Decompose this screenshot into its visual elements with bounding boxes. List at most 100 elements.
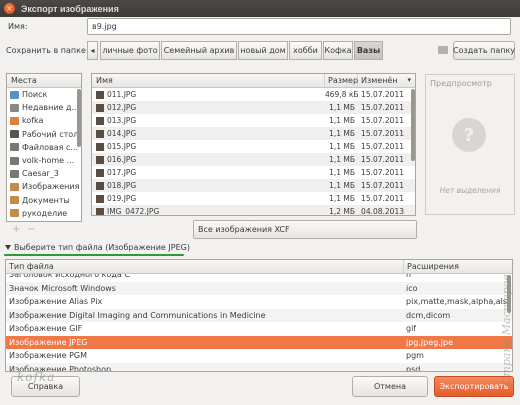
preview-title: Предпросмотр — [430, 79, 492, 88]
col-modified[interactable]: Изменён — [358, 74, 407, 87]
place-label: kofka — [22, 116, 44, 126]
filetype-row[interactable]: Изображение Digital Imaging and Communic… — [6, 308, 512, 322]
filetype-row[interactable]: Изображение JPEG jpg,jpeg,jpe — [6, 335, 512, 349]
file-row[interactable]: 017.JPG 1,1 МБ 15.07.2011 — [92, 166, 415, 179]
file-row[interactable]: 013.JPG 1,1 МБ 15.07.2011 — [92, 114, 415, 127]
file-name-cell: 019.JPG — [92, 192, 325, 205]
place-label: рукоделие — [22, 208, 68, 218]
crumb-family-archive[interactable]: Семейный архив — [161, 41, 237, 60]
place-item[interactable]: volk-home ... — [7, 154, 81, 167]
file-date: 15.07.2011 — [361, 90, 404, 99]
file-name: IMG_0472.JPG — [107, 207, 160, 216]
file-scrollbar[interactable] — [411, 89, 415, 161]
home-folder-icon — [10, 116, 19, 125]
file-list: Имя Размер Изменён ▾ 011.JPG 469,8 кБ 15.0… — [91, 73, 416, 216]
file-size: 1,1 МБ — [329, 155, 355, 164]
filetype-toggle-label: Выберите тип файла (Изображение JPEG) — [14, 243, 190, 252]
filetype-name: Значок Microsoft Windows — [9, 283, 116, 293]
file-name-cell: 011.JPG — [92, 88, 325, 101]
file-row[interactable]: 012.JPG 1,1 МБ 15.07.2011 — [92, 101, 415, 114]
place-item[interactable]: Файловая с... — [7, 141, 81, 154]
add-place-button[interactable]: + — [12, 224, 20, 235]
cancel-button[interactable]: Отмена — [352, 376, 428, 397]
desktop-icon — [10, 130, 19, 139]
filetype-extensions: pix,matte,mask,alpha,als — [406, 297, 508, 306]
filetype-name: Изображение GIF — [9, 324, 83, 333]
filetype-row[interactable]: Изображение Photoshop psd — [6, 362, 512, 372]
crumb-personal-photos[interactable]: личные фото — [100, 41, 160, 60]
filetype-name: Изображение Digital Imaging and Communic… — [9, 310, 266, 320]
file-name: 012.JPG — [107, 103, 137, 112]
place-item[interactable]: Недавние д... — [7, 101, 81, 114]
file-row[interactable]: 011.JPG 469,8 кБ 15.07.2011 — [92, 88, 415, 101]
image-thumbnail-icon — [96, 142, 104, 151]
filetype-name: Изображение Photoshop — [9, 364, 112, 372]
place-item[interactable]: Рабочий стол — [7, 128, 81, 141]
file-name: 014.JPG — [107, 129, 137, 138]
filetype-row[interactable]: Изображение GIF gif — [6, 322, 512, 336]
close-window-button[interactable]: × — [4, 3, 15, 14]
place-label: Недавние д... — [22, 103, 80, 113]
image-thumbnail-icon — [96, 103, 104, 112]
crumb-hobby[interactable]: хобби — [289, 41, 322, 60]
filter-select[interactable]: Все изображения XCF — [193, 220, 417, 239]
place-label: Изображения — [22, 182, 80, 192]
filetype-rows: Заголовок исходного кода Ch Значок Micros… — [6, 268, 512, 372]
file-size: 1,1 МБ — [329, 168, 355, 177]
file-name-cell: 013.JPG — [92, 114, 325, 127]
place-item[interactable]: Документы — [7, 194, 81, 207]
drive-icon — [10, 169, 19, 178]
filetype-table: Тип файла Расширения Заголовок исходного… — [5, 259, 513, 372]
file-name-cell: 017.JPG — [92, 166, 325, 179]
close-icon: × — [6, 3, 13, 13]
file-name-cell: 012.JPG — [92, 101, 325, 114]
file-rows: 011.JPG 469,8 кБ 15.07.2011 012.JPG 1,1 МБ 15… — [92, 88, 415, 216]
filetype-extensions: gif — [406, 324, 417, 333]
file-size: 1,1 МБ — [329, 181, 355, 190]
create-folder-button[interactable]: Создать папку — [453, 41, 515, 60]
drive-icon — [10, 143, 19, 152]
col-name[interactable]: Имя — [92, 74, 325, 87]
triangle-down-icon — [5, 245, 11, 250]
crumb-new-house[interactable]: новый дом — [238, 41, 288, 60]
file-row[interactable]: 014.JPG 1,1 МБ 15.07.2011 — [92, 127, 415, 140]
file-list-header: Имя Размер Изменён ▾ — [92, 74, 415, 88]
place-label: Документы — [22, 195, 70, 205]
filetype-name: Изображение Alias Pix — [9, 297, 103, 306]
col-extensions[interactable]: Расширения — [404, 260, 459, 273]
remove-place-button[interactable]: − — [27, 224, 35, 235]
filetype-name: Изображение PGM — [9, 351, 87, 360]
image-thumbnail-icon — [96, 194, 104, 203]
image-thumbnail-icon — [96, 181, 104, 190]
filetype-expander[interactable]: Выберите тип файла (Изображение JPEG) — [5, 243, 190, 252]
file-row[interactable]: 019.JPG 1,1 МБ 15.07.2011 — [92, 192, 415, 205]
col-filetype[interactable]: Тип файла — [6, 260, 404, 273]
place-item[interactable]: Поиск — [7, 88, 81, 101]
filetype-extensions: psd — [406, 364, 421, 372]
file-row[interactable]: 016.JPG 1,1 МБ 15.07.2011 — [92, 153, 415, 166]
place-item[interactable]: Caesar_3 — [7, 167, 81, 180]
filetype-row[interactable]: Значок Microsoft Windows ico — [6, 281, 512, 295]
place-label: Файловая с... — [22, 142, 78, 152]
filetype-row[interactable]: Изображение Alias Pix pix,matte,mask,alph… — [6, 295, 512, 309]
file-size: 1,1 МБ — [329, 103, 355, 112]
file-row[interactable]: 018.JPG 1,1 МБ 15.07.2011 — [92, 179, 415, 192]
col-size[interactable]: Размер — [325, 74, 358, 87]
place-label: Поиск — [22, 90, 48, 100]
filetype-row[interactable]: Изображение PGM pgm — [6, 349, 512, 363]
no-selection-text: Нет выделения — [439, 186, 501, 195]
place-label: volk-home ... — [22, 156, 75, 166]
file-row[interactable]: IMG_0472.JPG 1,2 МБ 04.08.2013 — [92, 205, 415, 216]
places-header: Места — [7, 74, 81, 88]
file-date: 15.07.2011 — [361, 142, 404, 151]
path-scroll-left-button[interactable]: ◂ — [87, 41, 98, 60]
save-in-label: Сохранить в папке — [6, 46, 86, 55]
crumb-vases[interactable]: Вазы — [354, 41, 383, 60]
file-row[interactable]: 015.JPG 1,1 МБ 15.07.2011 — [92, 140, 415, 153]
filename-input[interactable]: в9.jpg — [87, 18, 511, 35]
place-item[interactable]: рукоделие — [7, 207, 81, 220]
places-scrollbar[interactable] — [77, 89, 81, 147]
crumb-kofka[interactable]: Кофка — [323, 41, 353, 60]
place-item[interactable]: kofka — [7, 114, 81, 127]
place-item[interactable]: Изображения — [7, 180, 81, 193]
